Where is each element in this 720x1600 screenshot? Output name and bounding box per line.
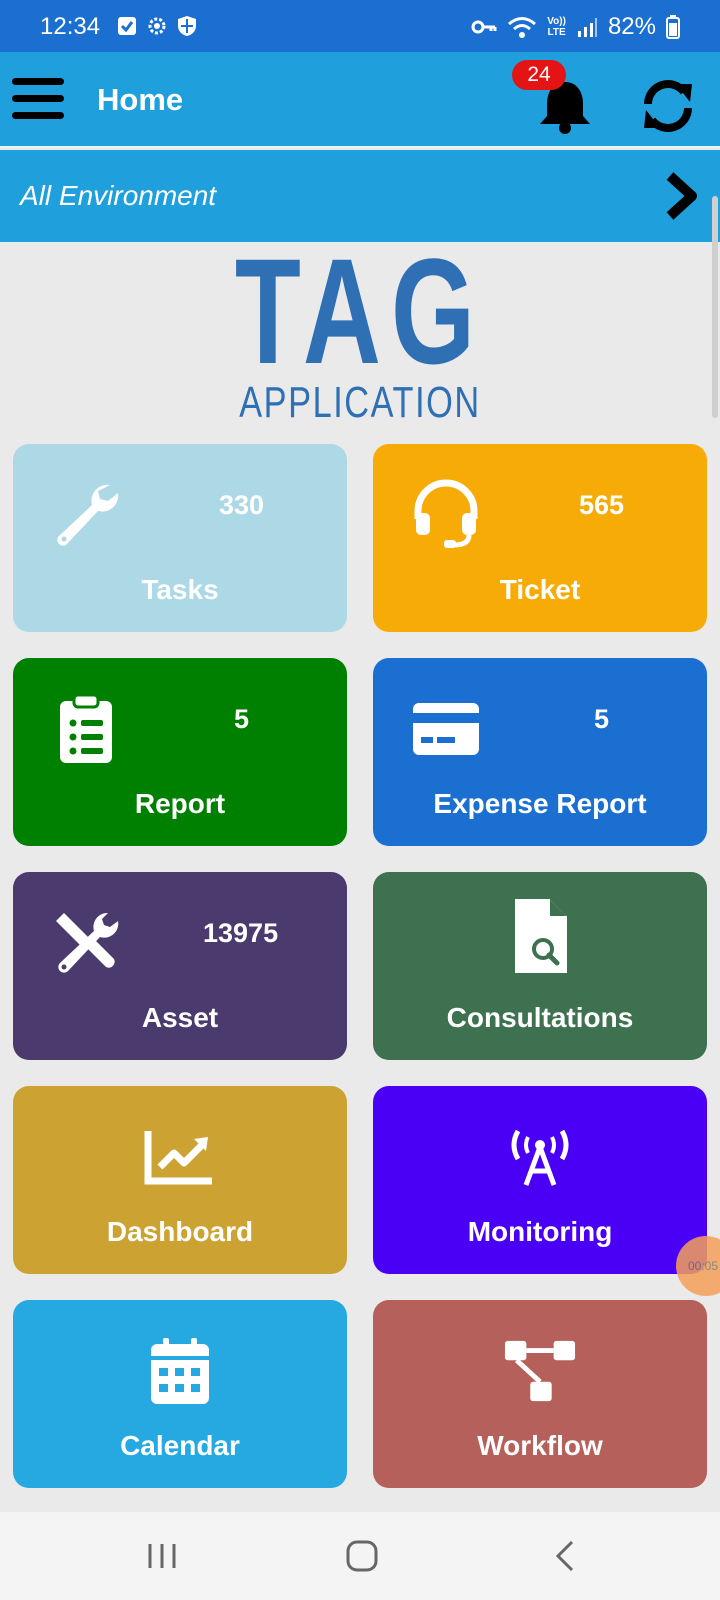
tile-consultations[interactable]: Consultations [373, 872, 707, 1060]
tile-label: Consultations [446, 1002, 634, 1033]
tile-asset[interactable]: 13975 Asset [13, 872, 347, 1060]
wrench-icon [49, 478, 123, 552]
status-bar: 12:34 Vo)) LTE 82% [0, 0, 720, 52]
tile-monitoring[interactable]: Monitoring [373, 1086, 707, 1274]
wifi-icon [508, 17, 537, 38]
hamburger-menu-icon[interactable] [12, 78, 64, 122]
app-logo: TAG APPLICATION [0, 227, 720, 427]
status-icons-right: Vo)) LTE 82% [471, 13, 680, 41]
tile-label: Tasks [141, 574, 219, 605]
logo-sub-text: APPLICATION [239, 378, 481, 427]
environment-label: All Environment [20, 180, 217, 211]
tile-label: Monitoring [467, 1216, 613, 1247]
tile-tasks[interactable]: 330 Tasks [13, 444, 347, 632]
lte-indicator: Vo)) LTE [547, 16, 566, 38]
credit-card-icon [409, 692, 483, 766]
tile-label: Ticket [499, 574, 581, 605]
tile-expense-report[interactable]: 5 Expense Report [373, 658, 707, 846]
file-search-icon [501, 896, 581, 976]
logo-main-text: TAG [234, 227, 486, 395]
system-nav-bar [0, 1512, 720, 1600]
tile-count: 5 [594, 704, 610, 734]
module-grid: 330 Tasks 565 Ticket 5 Report 5 Expense … [13, 444, 707, 1488]
sitemap-icon [503, 1334, 577, 1408]
tools-icon [49, 906, 123, 980]
signal-icon [577, 18, 597, 37]
recent-apps-icon[interactable] [142, 1538, 182, 1574]
status-time: 12:34 [40, 13, 101, 40]
tile-count: 13975 [203, 918, 279, 948]
tile-label: Dashboard [106, 1216, 254, 1247]
app-header: Home [0, 52, 720, 148]
battery-percent: 82% [607, 13, 656, 40]
refresh-icon[interactable] [638, 76, 698, 136]
tile-ticket[interactable]: 565 Ticket [373, 444, 707, 632]
shield-icon [178, 16, 196, 36]
tile-workflow[interactable]: Workflow [373, 1300, 707, 1488]
headset-icon [409, 478, 483, 552]
tile-calendar[interactable]: Calendar [13, 1300, 347, 1488]
tile-count: 330 [219, 490, 265, 520]
tile-count: 565 [579, 490, 625, 520]
tile-label: Asset [141, 1002, 219, 1033]
battery-icon [666, 15, 680, 39]
tile-dashboard[interactable]: Dashboard [13, 1086, 347, 1274]
tile-label: Workflow [477, 1430, 603, 1461]
tile-label: Calendar [120, 1430, 240, 1461]
chevron-right-icon [666, 172, 697, 220]
tile-report[interactable]: 5 Report [13, 658, 347, 846]
status-icons-left [116, 15, 198, 37]
page-title: Home [97, 82, 184, 117]
home-icon[interactable] [342, 1538, 382, 1574]
calendar-icon [143, 1334, 217, 1408]
tile-count: 5 [234, 704, 250, 734]
chart-line-icon [143, 1120, 217, 1194]
broadcast-tower-icon [503, 1120, 577, 1194]
tile-label: Report [134, 788, 226, 819]
key-icon [471, 20, 497, 34]
tile-label: Expense Report [433, 788, 647, 819]
checkbox-icon [118, 17, 136, 35]
back-icon[interactable] [546, 1538, 586, 1574]
gear-icon [148, 17, 166, 35]
clipboard-list-icon [49, 692, 123, 766]
notification-badge: 24 [512, 60, 566, 90]
